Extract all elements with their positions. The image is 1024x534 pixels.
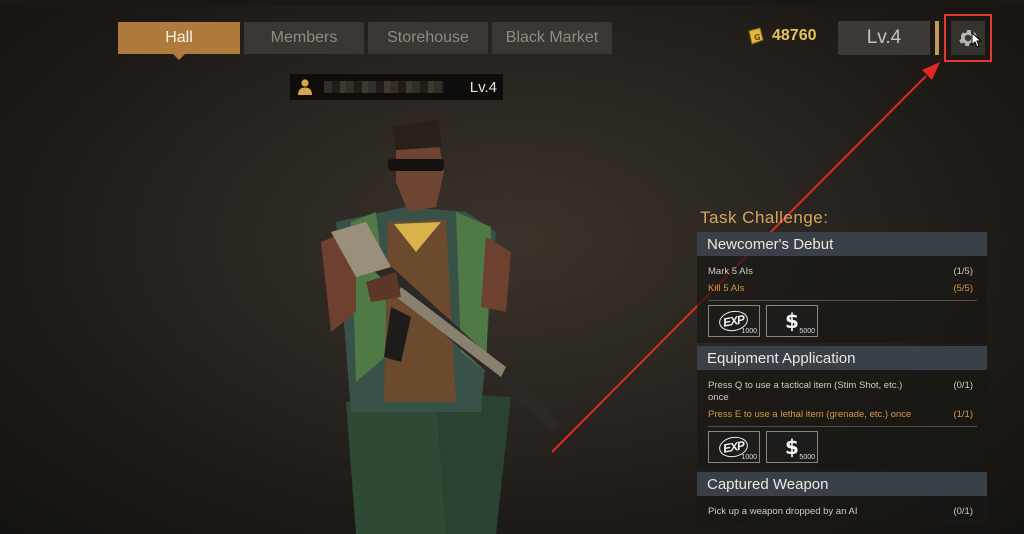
top-edge (0, 0, 1024, 6)
task-list[interactable]: Newcomer's Debut Mark 5 AIs (1/5) Kill 5… (697, 232, 987, 534)
task-rewards: EXP 1000 $ 5000 (708, 431, 973, 463)
task-header[interactable]: Equipment Application (697, 346, 987, 370)
tab-hall-label: Hall (165, 29, 193, 46)
player-nameplate: Lv.4 (290, 74, 503, 100)
svg-text:G: G (754, 33, 761, 42)
divider (708, 300, 977, 301)
task-objective: Kill 5 AIs (5/5) (708, 283, 973, 295)
objective-text: Press Q to use a tactical item (Stim Sho… (708, 380, 903, 403)
tab-storehouse-label: Storehouse (387, 29, 469, 46)
tab-members-label: Members (270, 29, 338, 46)
tab-black-market[interactable]: Black Market (492, 22, 612, 54)
coin-ticket-icon: G (748, 27, 764, 45)
level-progress-bar (935, 21, 939, 55)
task-name: Captured Weapon (707, 475, 829, 493)
reward-money[interactable]: $ 5000 (766, 431, 818, 463)
level-badge: Lv.4 (838, 21, 930, 55)
dollar-icon: $ (785, 309, 799, 333)
reward-exp[interactable]: EXP 1000 (708, 305, 760, 337)
reward-amount: 5000 (799, 454, 815, 461)
tab-members[interactable]: Members (244, 22, 364, 54)
task-challenge-title: Task Challenge: (700, 208, 829, 227)
tab-storehouse[interactable]: Storehouse (368, 22, 488, 54)
objective-text: Mark 5 AIs (708, 266, 753, 277)
player-level: Lv.4 (469, 78, 497, 96)
task-body: Mark 5 AIs (1/5) Kill 5 AIs (5/5) EXP 10… (697, 256, 987, 343)
objective-progress: (1/1) (953, 409, 973, 420)
reward-amount: 1000 (741, 328, 757, 335)
dollar-icon: $ (785, 435, 799, 459)
person-icon (298, 79, 312, 95)
level-badge-text: Lv.4 (866, 27, 902, 48)
reward-amount: 1000 (741, 454, 757, 461)
objective-progress: (0/1) (953, 380, 973, 391)
task-rewards: EXP 1000 $ 5000 (708, 305, 973, 337)
reward-money[interactable]: $ 5000 (766, 305, 818, 337)
divider (708, 426, 977, 427)
tab-hall[interactable]: Hall (118, 22, 240, 60)
mouse-cursor-icon (971, 32, 983, 48)
player-name-redacted (324, 81, 444, 93)
objective-text: Press E to use a lethal item (grenade, e… (708, 409, 912, 420)
currency-display: G 48760 (746, 26, 817, 46)
objective-text: Pick up a weapon dropped by an AI (708, 506, 858, 517)
task-objective: Pick up a weapon dropped by an AI (0/1) (708, 506, 973, 518)
reward-exp[interactable]: EXP 1000 (708, 431, 760, 463)
objective-progress: (1/5) (953, 266, 973, 277)
task-body: Pick up a weapon dropped by an AI (0/1) (697, 496, 987, 524)
task-name: Newcomer's Debut (707, 235, 834, 253)
settings-button[interactable] (944, 14, 992, 62)
task-objective: Press Q to use a tactical item (Stim Sho… (708, 380, 973, 404)
main-tabs: Hall Members Storehouse Black Market (118, 22, 612, 60)
objective-progress: (0/1) (953, 506, 973, 517)
objective-text: Kill 5 AIs (708, 283, 745, 294)
task-objective: Mark 5 AIs (1/5) (708, 266, 973, 278)
task-header[interactable]: Captured Weapon (697, 472, 987, 496)
player-character (321, 120, 561, 534)
task-name: Equipment Application (707, 349, 856, 367)
tab-black-market-label: Black Market (505, 29, 599, 46)
task-objective: Press E to use a lethal item (grenade, e… (708, 409, 973, 421)
reward-amount: 5000 (799, 328, 815, 335)
task-body: Press Q to use a tactical item (Stim Sho… (697, 370, 987, 469)
currency-amount: 48760 (772, 27, 817, 44)
objective-progress: (5/5) (953, 283, 973, 294)
task-header[interactable]: Newcomer's Debut (697, 232, 987, 256)
